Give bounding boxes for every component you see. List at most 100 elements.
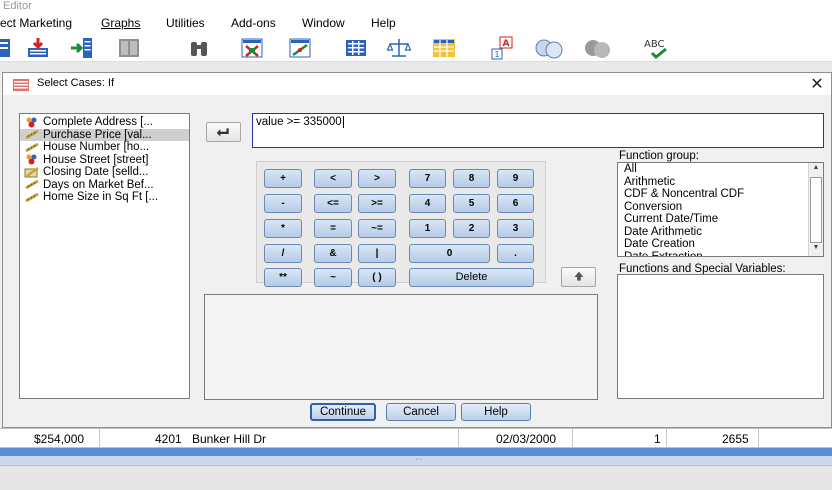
split-file-icon[interactable]: [117, 36, 141, 60]
functions-special-variables-list[interactable]: [617, 274, 824, 399]
menu-graphs[interactable]: Graphs: [101, 16, 140, 30]
function-group-item[interactable]: Current Date/Time: [618, 213, 823, 226]
key-1[interactable]: 1: [409, 219, 446, 238]
cell-price[interactable]: $254,000: [34, 432, 84, 446]
dialog-titlebar: Select Cases: If ✕: [3, 73, 831, 95]
key-8[interactable]: 8: [453, 169, 490, 188]
function-group-item[interactable]: All: [618, 163, 823, 176]
menu-window[interactable]: Window: [302, 16, 345, 30]
close-icon[interactable]: ✕: [809, 74, 825, 94]
function-group-item[interactable]: CDF & Noncentral CDF: [618, 188, 823, 201]
menu-bar: ect Marketing Graphs Utilities Add-ons W…: [0, 14, 832, 34]
key-divide[interactable]: /: [264, 244, 302, 263]
cell-size[interactable]: 2655: [722, 432, 749, 446]
variable-list-item[interactable]: House Number [ho...: [20, 141, 189, 154]
numeric-expression-field[interactable]: value >= 335000: [252, 113, 824, 148]
key-6[interactable]: 6: [497, 194, 534, 213]
nominal-icon: [24, 154, 43, 165]
variable-list-item[interactable]: Purchase Price [val...: [20, 128, 189, 141]
select-cases-icon[interactable]: [0, 36, 14, 60]
function-group-item[interactable]: Conversion: [618, 201, 823, 214]
key-or[interactable]: |: [358, 244, 396, 263]
weight-cases-icon[interactable]: [288, 36, 312, 60]
cell-street[interactable]: Bunker Hill Dr: [192, 432, 266, 446]
key-not-equal[interactable]: ~=: [358, 219, 396, 238]
key-less-than[interactable]: <: [314, 169, 352, 188]
grid-icon[interactable]: [432, 36, 456, 60]
function-group-item[interactable]: Date Arithmetic: [618, 226, 823, 239]
key-plus[interactable]: +: [264, 169, 302, 188]
key-less-equal[interactable]: <=: [314, 194, 352, 213]
key-multiply[interactable]: *: [264, 219, 302, 238]
menu-add-ons[interactable]: Add-ons: [231, 16, 276, 30]
menu-utilities[interactable]: Utilities: [166, 16, 205, 30]
horizontal-scrollbar[interactable]: ···: [0, 456, 832, 465]
function-group-item[interactable]: Date Creation: [618, 238, 823, 251]
value-labels-ab-icon[interactable]: A1: [490, 36, 514, 60]
key-5[interactable]: 5: [453, 194, 490, 213]
cell-closing-date[interactable]: 02/03/2000: [496, 432, 556, 446]
function-group-scrollbar[interactable]: ▲ ▼: [808, 163, 823, 256]
scale-var-icon: [24, 129, 43, 140]
menu-direct-marketing[interactable]: ect Marketing: [0, 16, 72, 30]
arrow-up-icon: [574, 271, 584, 281]
key-minus[interactable]: -: [264, 194, 302, 213]
binoculars-icon[interactable]: [187, 36, 211, 60]
key-delete[interactable]: Delete: [409, 268, 534, 287]
key-power[interactable]: **: [264, 268, 302, 287]
insert-variable-icon[interactable]: [70, 36, 94, 60]
select-cases-dialog: Select Cases: If ✕ Complete Address [...…: [2, 72, 832, 428]
insert-cases-icon[interactable]: [26, 36, 50, 60]
function-group-list[interactable]: All Arithmetic CDF & Noncentral CDF Convers…: [617, 162, 824, 257]
dialog-title: Select Cases: If: [37, 77, 115, 89]
key-4[interactable]: 4: [409, 194, 446, 213]
key-9[interactable]: 9: [497, 169, 534, 188]
scroll-down-icon[interactable]: ▼: [809, 244, 823, 255]
scale-icon[interactable]: [386, 36, 412, 60]
value-labels-icon[interactable]: [240, 36, 264, 60]
function-group-item[interactable]: Date Extraction: [618, 251, 823, 257]
scroll-up-icon[interactable]: ▲: [809, 164, 823, 175]
cell-house-number[interactable]: 4201: [155, 432, 182, 446]
key-not[interactable]: ~: [314, 268, 352, 287]
variable-list-item[interactable]: Home Size in Sq Ft [...: [20, 191, 189, 204]
cell-days[interactable]: 1: [654, 432, 661, 446]
use-sets-icon[interactable]: [532, 36, 568, 60]
key-2[interactable]: 2: [453, 219, 490, 238]
variable-list-item[interactable]: Complete Address [...: [20, 116, 189, 129]
key-decimal[interactable]: .: [497, 244, 534, 263]
key-7[interactable]: 7: [409, 169, 446, 188]
variable-list-item[interactable]: Closing Date [selld...: [20, 166, 189, 179]
data-view-icon[interactable]: [344, 36, 368, 60]
column-divider: [572, 429, 573, 448]
scroll-grip[interactable]: ···: [404, 456, 434, 465]
move-function-up-button[interactable]: [561, 267, 596, 287]
scale-var-icon: [24, 192, 43, 203]
function-group-item[interactable]: Arithmetic: [618, 176, 823, 189]
key-0[interactable]: 0: [409, 244, 490, 263]
key-3[interactable]: 3: [497, 219, 534, 238]
continue-button[interactable]: Continue: [310, 403, 376, 421]
variable-label: Complete Address [...: [43, 116, 153, 128]
scroll-thumb[interactable]: [810, 177, 822, 243]
variable-list-item[interactable]: Days on Market Bef...: [20, 179, 189, 192]
function-group-label: Function group:: [619, 150, 699, 162]
variable-list[interactable]: Complete Address [... Purchase Price [val…: [19, 113, 190, 399]
menu-help[interactable]: Help: [371, 16, 396, 30]
dialog-title-icon: [13, 79, 29, 91]
key-parentheses[interactable]: ( ): [358, 268, 396, 287]
key-and[interactable]: &: [314, 244, 352, 263]
variable-list-item[interactable]: House Street [street]: [20, 154, 189, 167]
spell-check-icon[interactable]: ABC: [642, 36, 676, 60]
arrow-left-icon: [216, 128, 229, 137]
move-to-expression-button[interactable]: [206, 122, 241, 142]
show-all-icon[interactable]: [580, 36, 616, 60]
cancel-button[interactable]: Cancel: [386, 403, 456, 421]
svg-text:1: 1: [495, 50, 500, 59]
variable-label: House Number [ho...: [43, 141, 150, 153]
data-row[interactable]: $254,000 4201 Bunker Hill Dr 02/03/2000 …: [0, 428, 832, 448]
help-button[interactable]: Help: [461, 403, 531, 421]
key-greater-equal[interactable]: >=: [358, 194, 396, 213]
key-equal[interactable]: =: [314, 219, 352, 238]
key-greater-than[interactable]: >: [358, 169, 396, 188]
